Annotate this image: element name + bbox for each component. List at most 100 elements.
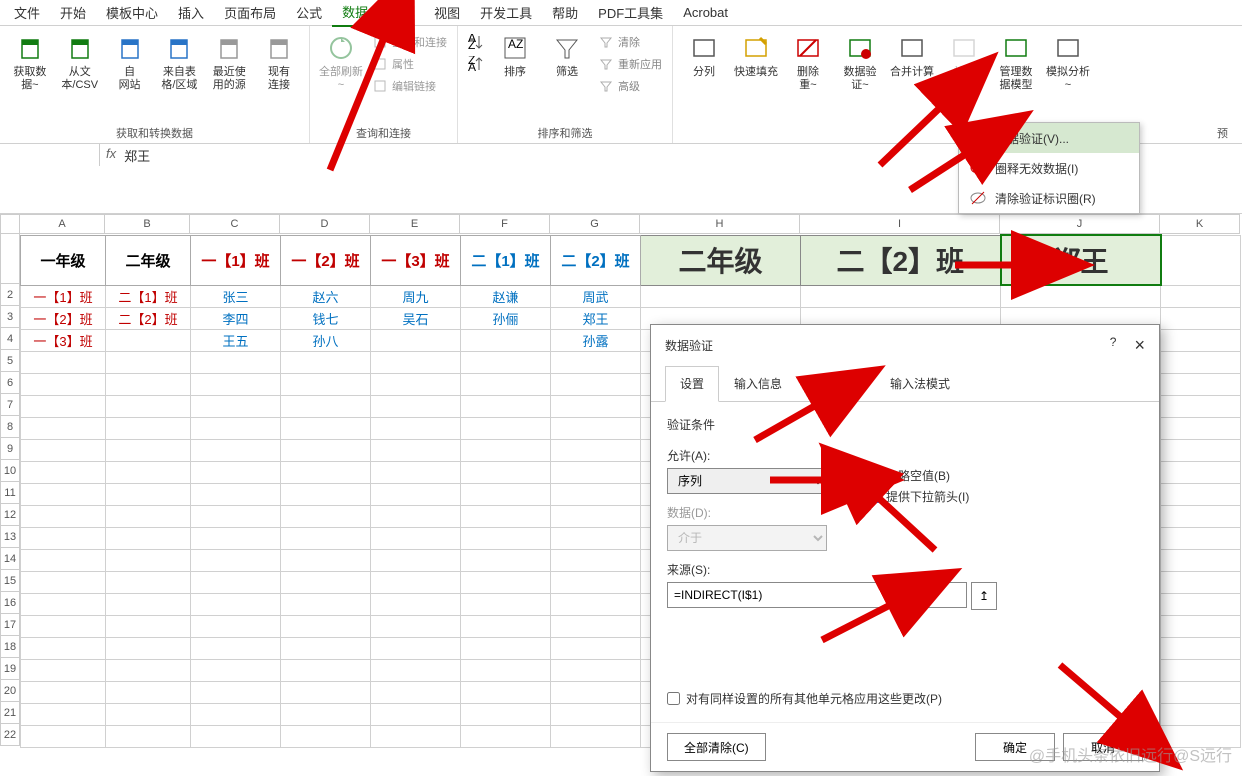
- cell[interactable]: [551, 373, 641, 395]
- ribbon-small-button[interactable]: 查询和连接: [368, 32, 451, 52]
- ribbon-tab[interactable]: 开始: [50, 0, 96, 26]
- cell[interactable]: 二【2】班: [551, 235, 641, 285]
- cell[interactable]: [371, 659, 461, 681]
- row-header[interactable]: 4: [0, 328, 20, 350]
- cell[interactable]: [371, 329, 461, 351]
- row-header[interactable]: 8: [0, 416, 20, 438]
- cell[interactable]: [461, 417, 551, 439]
- cell[interactable]: 一【1】班: [191, 235, 281, 285]
- cell[interactable]: 孙俪: [461, 307, 551, 329]
- cell[interactable]: [191, 615, 281, 637]
- cell[interactable]: [281, 373, 371, 395]
- cell[interactable]: [21, 417, 106, 439]
- cell[interactable]: [461, 615, 551, 637]
- cell[interactable]: [1161, 615, 1241, 637]
- cell[interactable]: [641, 285, 801, 307]
- ribbon-button[interactable]: 来自表 格/区域: [155, 30, 203, 94]
- cell[interactable]: [281, 703, 371, 725]
- cell[interactable]: [191, 593, 281, 615]
- cell[interactable]: [551, 439, 641, 461]
- cell[interactable]: [461, 351, 551, 373]
- cell[interactable]: [191, 681, 281, 703]
- cell[interactable]: [21, 615, 106, 637]
- cell[interactable]: [106, 571, 191, 593]
- cell[interactable]: [461, 571, 551, 593]
- cell[interactable]: 吴石: [371, 307, 461, 329]
- cell[interactable]: [1161, 351, 1241, 373]
- cell[interactable]: 一【1】班: [21, 285, 106, 307]
- cell[interactable]: [371, 461, 461, 483]
- row-header[interactable]: [0, 234, 20, 284]
- source-input[interactable]: [667, 582, 967, 608]
- row-header[interactable]: 7: [0, 394, 20, 416]
- cell[interactable]: [1161, 439, 1241, 461]
- cell[interactable]: 赵六: [281, 285, 371, 307]
- cell[interactable]: [106, 615, 191, 637]
- cell[interactable]: [551, 681, 641, 703]
- cell[interactable]: [371, 637, 461, 659]
- cell[interactable]: [281, 549, 371, 571]
- row-header[interactable]: 9: [0, 438, 20, 460]
- cell[interactable]: 孙露: [551, 329, 641, 351]
- cell[interactable]: [371, 681, 461, 703]
- cell[interactable]: [371, 725, 461, 747]
- cell[interactable]: [1161, 395, 1241, 417]
- cell[interactable]: [461, 395, 551, 417]
- cell[interactable]: [371, 527, 461, 549]
- cell[interactable]: [191, 637, 281, 659]
- cell[interactable]: [191, 483, 281, 505]
- cell[interactable]: [281, 615, 371, 637]
- cell[interactable]: [1161, 571, 1241, 593]
- cell[interactable]: [801, 285, 1001, 307]
- cell[interactable]: 一【2】班: [281, 235, 371, 285]
- cell[interactable]: [371, 417, 461, 439]
- cell[interactable]: [1161, 703, 1241, 725]
- ribbon-tab[interactable]: 审阅: [378, 0, 424, 26]
- ribbon-button[interactable]: 最近使 用的源: [205, 30, 253, 94]
- cell[interactable]: [461, 725, 551, 747]
- cell[interactable]: [281, 571, 371, 593]
- cell[interactable]: [191, 417, 281, 439]
- cell[interactable]: [191, 505, 281, 527]
- cell[interactable]: [191, 439, 281, 461]
- cell[interactable]: [281, 505, 371, 527]
- ignore-blank-checkbox[interactable]: [867, 469, 880, 482]
- cell[interactable]: [1161, 637, 1241, 659]
- cell[interactable]: 郑王: [1001, 235, 1161, 285]
- ribbon-small-button[interactable]: 属性: [368, 54, 451, 74]
- cell[interactable]: [106, 329, 191, 351]
- cell[interactable]: [191, 549, 281, 571]
- cell[interactable]: [371, 483, 461, 505]
- cell[interactable]: [551, 637, 641, 659]
- cell[interactable]: [106, 725, 191, 747]
- tab-error-alert[interactable]: 出错警告: [797, 366, 875, 401]
- cell[interactable]: [21, 703, 106, 725]
- cell[interactable]: 二【1】班: [106, 285, 191, 307]
- row-header[interactable]: 16: [0, 592, 20, 614]
- cell[interactable]: [1161, 461, 1241, 483]
- cell[interactable]: [551, 505, 641, 527]
- cell[interactable]: [191, 703, 281, 725]
- cell[interactable]: [371, 549, 461, 571]
- cell[interactable]: [551, 593, 641, 615]
- ribbon-tab[interactable]: 插入: [168, 0, 214, 26]
- cell[interactable]: 钱七: [281, 307, 371, 329]
- cell[interactable]: [191, 351, 281, 373]
- help-button[interactable]: ?: [1110, 335, 1117, 356]
- cell[interactable]: 二【2】班: [106, 307, 191, 329]
- cell[interactable]: [106, 351, 191, 373]
- cell[interactable]: [281, 659, 371, 681]
- cell[interactable]: [281, 527, 371, 549]
- ribbon-button[interactable]: 模拟分析 ~: [1043, 30, 1093, 94]
- column-header[interactable]: B: [105, 214, 190, 234]
- cell[interactable]: [1161, 329, 1241, 351]
- cell[interactable]: 二年级: [641, 235, 801, 285]
- cell[interactable]: [551, 615, 641, 637]
- ribbon-small-button[interactable]: 清除: [594, 32, 666, 52]
- cell[interactable]: [461, 593, 551, 615]
- ribbon-small-button[interactable]: 高级: [594, 76, 666, 96]
- cell[interactable]: [461, 483, 551, 505]
- column-header[interactable]: D: [280, 214, 370, 234]
- cell[interactable]: 一【3】班: [371, 235, 461, 285]
- cell[interactable]: [371, 571, 461, 593]
